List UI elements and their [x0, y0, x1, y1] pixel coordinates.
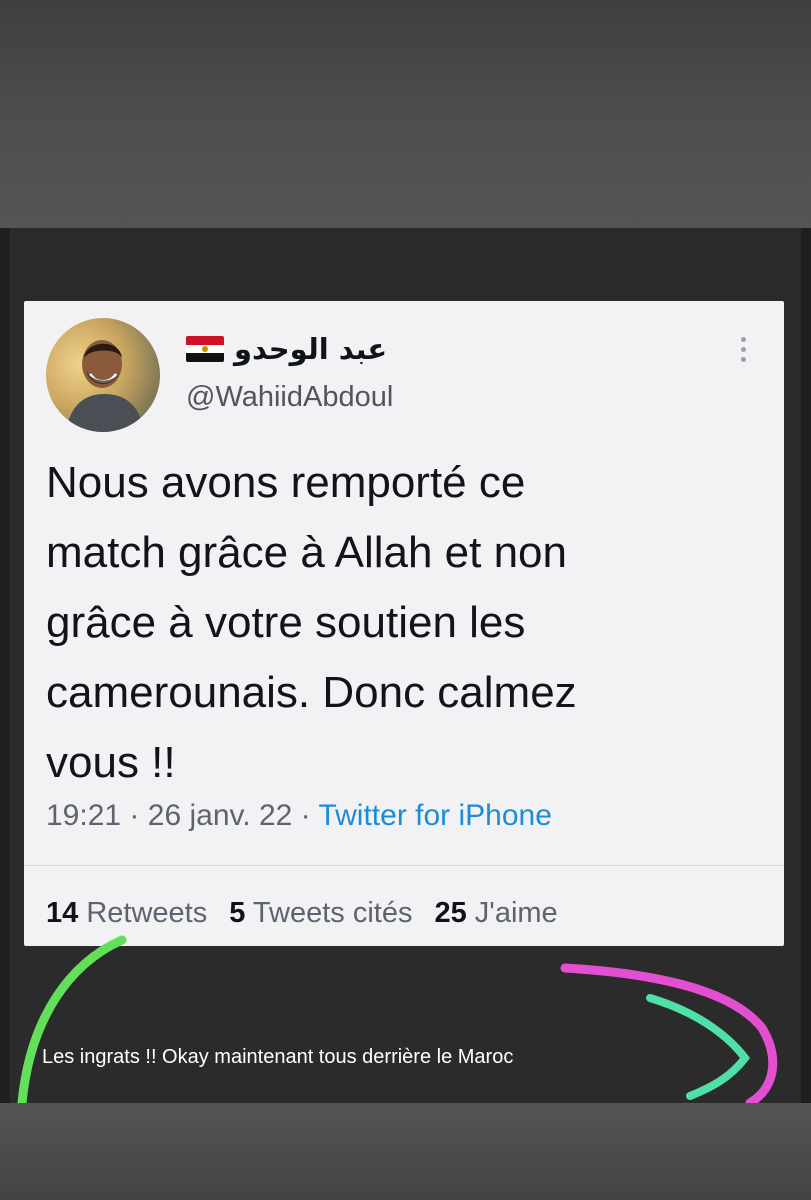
meta-separator: · — [129, 799, 140, 832]
tweet-date[interactable]: 26 janv. 22 — [148, 799, 293, 832]
quotes-count: 5 — [229, 897, 246, 929]
blurred-background-top — [0, 0, 811, 228]
retweets-stat[interactable]: 14 Retweets — [46, 897, 207, 929]
tweet-source[interactable]: Twitter for iPhone — [318, 799, 551, 832]
divider — [24, 865, 784, 866]
tweet-card: عبد الوحدو @WahiidAbdoul Nous avons remp… — [24, 301, 784, 946]
retweets-count: 14 — [46, 897, 79, 929]
avatar-photo — [46, 318, 160, 432]
teal-scribble — [646, 994, 751, 1100]
story-frame: عبد الوحدو @WahiidAbdoul Nous avons remp… — [10, 228, 801, 1103]
display-name[interactable]: عبد الوحدو — [234, 332, 387, 366]
quotes-stat[interactable]: 5 Tweets cités — [229, 897, 412, 929]
likes-label: J'aime — [474, 897, 558, 929]
tweet-text-line: camerounais. Donc calmez — [46, 668, 577, 717]
quotes-label: Tweets cités — [252, 897, 413, 929]
story-edge-right — [801, 228, 811, 1103]
tweet-stats: 14 Retweets 5 Tweets cités 25 J'aime — [46, 897, 558, 930]
tweet-text-line: grâce à votre soutien les — [46, 598, 526, 647]
retweets-label: Retweets — [86, 897, 208, 929]
green-scribble — [17, 935, 127, 1103]
display-name-row: عبد الوحدو — [186, 329, 387, 369]
user-handle[interactable]: @WahiidAbdoul — [186, 381, 393, 414]
avatar[interactable] — [46, 318, 160, 432]
more-options-icon[interactable] — [733, 329, 753, 369]
meta-separator: · — [300, 799, 311, 832]
tweet-time[interactable]: 19:21 — [46, 799, 121, 832]
blurred-background-bottom — [0, 1103, 811, 1200]
likes-stat[interactable]: 25 J'aime — [434, 897, 557, 929]
story-edge-left — [0, 228, 10, 1103]
tweet-text-line: Nous avons remporté ce — [46, 458, 526, 507]
tweet-text-line: vous !! — [46, 738, 176, 787]
pink-scribble — [560, 963, 778, 1103]
tweet-meta: 19:21 · 26 janv. 22 · Twitter for iPhone — [46, 799, 552, 833]
story-caption: Les ingrats !! Okay maintenant tous derr… — [42, 1046, 514, 1068]
tweet-text: Nous avons remporté ce match grâce à All… — [46, 448, 746, 798]
egypt-flag-icon — [186, 336, 224, 362]
tweet-text-line: match grâce à Allah et non — [46, 528, 567, 577]
likes-count: 25 — [434, 897, 467, 929]
